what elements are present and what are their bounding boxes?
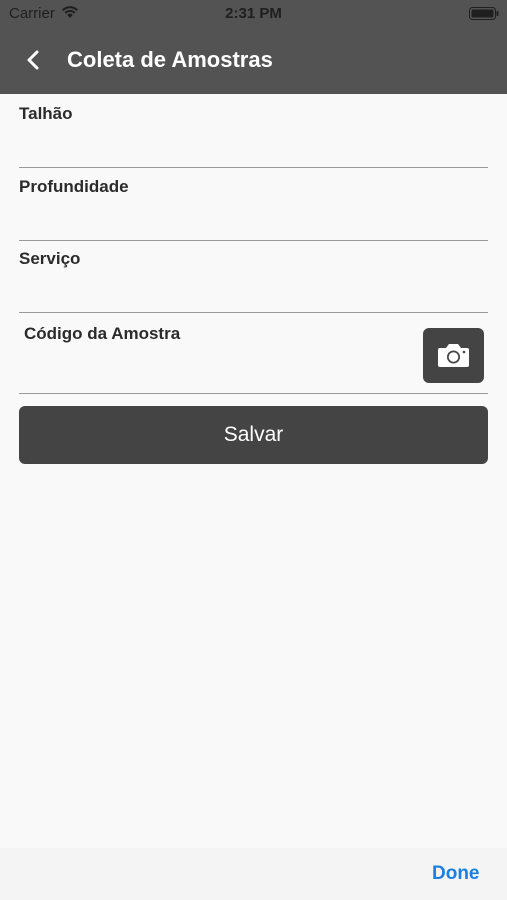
status-time: 2:31 PM (225, 5, 282, 22)
profundidade-input[interactable] (19, 209, 488, 237)
page-title: Coleta de Amostras (67, 47, 273, 72)
field-divider (19, 240, 488, 241)
field-divider (19, 393, 488, 394)
codigo-amostra-input[interactable] (24, 358, 419, 386)
codigo-amostra-label: Código da Amostra (24, 324, 181, 343)
servico-field: Serviço (19, 249, 488, 315)
field-divider (19, 167, 488, 168)
keyboard-toolbar: Done (0, 848, 507, 900)
battery-icon (469, 7, 499, 20)
servico-input[interactable] (19, 281, 488, 309)
nav-bar: Coleta de Amostras (0, 40, 507, 80)
talhao-label: Talhão (19, 104, 73, 123)
codigo-amostra-field: Código da Amostra (19, 324, 488, 396)
field-divider (19, 312, 488, 313)
profundidade-label: Profundidade (19, 177, 129, 196)
done-button[interactable]: Done (432, 863, 480, 885)
talhao-field: Talhão (19, 104, 488, 170)
save-button[interactable]: Salvar (19, 406, 488, 464)
chevron-left-icon[interactable] (24, 49, 42, 71)
servico-label: Serviço (19, 249, 81, 268)
camera-icon (438, 344, 469, 367)
profundidade-field: Profundidade (19, 177, 488, 243)
header: Carrier 2:31 PM Coleta de Amostras (0, 0, 507, 94)
status-bar: Carrier 2:31 PM (0, 0, 507, 28)
talhao-input[interactable] (19, 136, 488, 164)
camera-button[interactable] (423, 328, 484, 383)
